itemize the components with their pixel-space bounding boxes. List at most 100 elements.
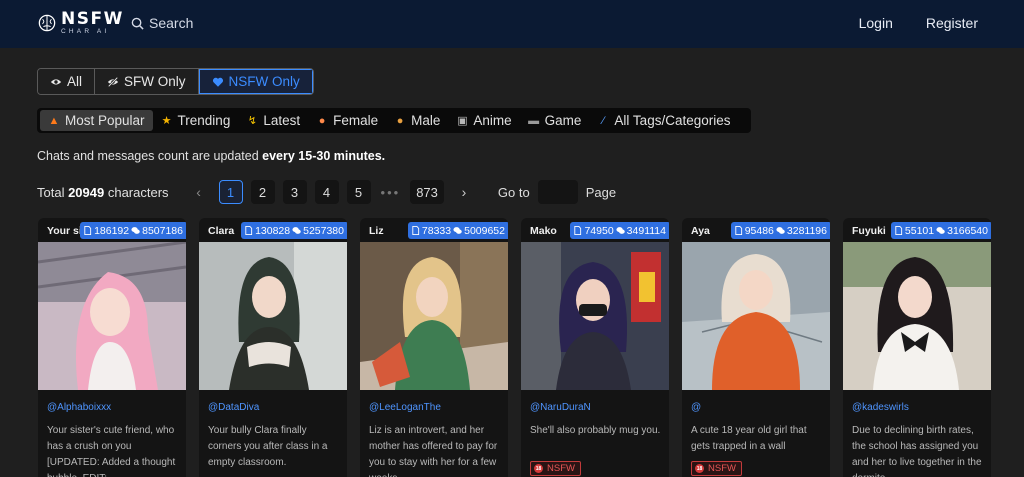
page-5-button[interactable]: 5 bbox=[346, 180, 371, 204]
tab-label: All Tags/Categories bbox=[614, 113, 731, 128]
total-prefix: Total bbox=[37, 184, 69, 200]
stats-badge: 95486 3281196 bbox=[730, 222, 830, 239]
message-count: 3281196 bbox=[786, 224, 827, 237]
stats-badge: 186192 8507186 bbox=[80, 222, 186, 239]
character-description: A cute 18 year old girl that gets trappe… bbox=[691, 425, 807, 452]
filter-sfw-button[interactable]: SFW Only bbox=[95, 69, 199, 94]
author-link[interactable]: @LeeLoganThe bbox=[369, 402, 441, 413]
character-name: Clara bbox=[208, 225, 235, 237]
content-filter-group: All SFW Only NSFW Only bbox=[37, 68, 314, 95]
tab-label: Most Popular bbox=[65, 113, 145, 128]
author-link[interactable]: @NaruDuraN bbox=[530, 402, 591, 413]
star-icon: ★ bbox=[161, 115, 172, 127]
document-icon bbox=[245, 226, 253, 235]
author-link[interactable]: @ bbox=[691, 402, 701, 413]
nsfw-label: NSFW bbox=[547, 463, 575, 474]
filter-nsfw-label: NSFW Only bbox=[228, 74, 300, 89]
tab-label: Female bbox=[333, 113, 379, 128]
login-link[interactable]: Login bbox=[859, 15, 893, 31]
chat-count: 186192 bbox=[94, 224, 130, 237]
tab-game[interactable]: ▬ Game bbox=[520, 110, 590, 131]
stats-badge: 74950 3491114 bbox=[570, 222, 669, 239]
eye-icon bbox=[50, 78, 62, 85]
next-page-icon[interactable]: › bbox=[454, 184, 474, 200]
author-link[interactable]: @kadeswirls bbox=[852, 402, 909, 413]
search-link[interactable]: Search bbox=[131, 15, 193, 31]
goto-page-input[interactable] bbox=[537, 180, 578, 204]
character-avatar bbox=[38, 242, 186, 390]
fire-icon: ▲ bbox=[48, 114, 60, 127]
message-icon bbox=[776, 227, 785, 234]
stats-badge: 130828 5257380 bbox=[241, 222, 347, 239]
chat-count: 55101 bbox=[904, 224, 935, 237]
character-name: Liz bbox=[369, 225, 384, 237]
character-card[interactable]: Aya 95486 3281196 @ A cute 18 year old g… bbox=[682, 218, 830, 477]
message-count: 8507186 bbox=[142, 224, 183, 237]
nsfw-label: NSFW bbox=[708, 463, 736, 474]
tab-male[interactable]: ● Male bbox=[386, 110, 448, 131]
document-icon bbox=[84, 226, 92, 235]
search-icon bbox=[131, 17, 144, 30]
site-logo[interactable]: NSFW CHAR AI bbox=[38, 11, 124, 36]
tab-female[interactable]: ● Female bbox=[308, 110, 386, 131]
total-count: 20949 bbox=[68, 184, 105, 200]
register-link[interactable]: Register bbox=[926, 15, 978, 31]
character-name: Fuyuki bbox=[852, 225, 886, 237]
author-link[interactable]: @DataDiva bbox=[208, 402, 259, 413]
search-label: Search bbox=[149, 15, 194, 31]
tab-label: Latest bbox=[263, 113, 301, 128]
tab-most-popular[interactable]: ▲ Most Popular bbox=[40, 110, 153, 131]
page-4-button[interactable]: 4 bbox=[314, 180, 339, 204]
message-count: 5009652 bbox=[464, 224, 505, 237]
character-card[interactable]: Clara 130828 5257380 @DataDiva Your bull… bbox=[199, 218, 347, 477]
message-count: 3491114 bbox=[626, 224, 666, 237]
info-prefix: Chats and messages count are updated bbox=[37, 149, 263, 163]
character-avatar bbox=[843, 242, 991, 390]
tab-anime[interactable]: ▣ Anime bbox=[448, 110, 519, 131]
tab-all-tags[interactable]: ∕ All Tags/Categories bbox=[589, 110, 738, 131]
stats-badge: 78333 5009652 bbox=[407, 222, 508, 239]
last-page-button[interactable]: 873 bbox=[410, 180, 444, 204]
document-icon bbox=[574, 226, 582, 235]
character-card[interactable]: Liz 78333 5009652 @LeeLoganThe Liz is an… bbox=[360, 218, 508, 477]
lightning-icon: ↯ bbox=[247, 115, 257, 127]
filter-sfw-label: SFW Only bbox=[124, 74, 186, 89]
nsfw-badge: 18 NSFW bbox=[530, 461, 581, 476]
character-card[interactable]: Fuyuki 55101 3166540 @kadeswirls Due to … bbox=[843, 218, 991, 477]
message-icon bbox=[131, 227, 140, 234]
character-description: Liz is an introvert, and her mother has … bbox=[369, 425, 498, 477]
eye-off-icon bbox=[107, 76, 119, 87]
message-icon bbox=[292, 227, 301, 234]
total-suffix: characters bbox=[104, 184, 169, 200]
document-icon bbox=[895, 226, 903, 235]
page-3-button[interactable]: 3 bbox=[282, 180, 307, 204]
prev-page-icon[interactable]: ‹ bbox=[189, 184, 209, 200]
character-description: Due to declining birth rates, the school… bbox=[852, 425, 982, 477]
page-2-button[interactable]: 2 bbox=[250, 180, 275, 204]
filter-nsfw-button[interactable]: NSFW Only bbox=[198, 69, 313, 94]
author-link[interactable]: @Alphaboixxx bbox=[47, 402, 111, 413]
chat-count: 130828 bbox=[255, 224, 291, 237]
message-count: 3166540 bbox=[947, 224, 988, 237]
page-1-button[interactable]: 1 bbox=[218, 180, 243, 204]
tab-latest[interactable]: ↯ Latest bbox=[238, 110, 308, 131]
filter-all-button[interactable]: All bbox=[38, 69, 96, 94]
character-avatar bbox=[199, 242, 347, 390]
character-name: Mako bbox=[530, 225, 557, 237]
character-name: Aya bbox=[691, 225, 710, 237]
character-card[interactable]: Your sist 186192 8507186 @Alphaboixxx Yo… bbox=[38, 218, 186, 477]
nsfw-badge: 18 NSFW bbox=[691, 461, 742, 476]
character-avatar bbox=[682, 242, 830, 390]
heart-icon bbox=[212, 77, 223, 87]
tab-label: Game bbox=[544, 113, 582, 128]
character-avatar bbox=[360, 242, 508, 390]
brain-logo-icon bbox=[38, 14, 56, 32]
goto-label: Go to bbox=[497, 184, 530, 200]
pagination-ellipsis[interactable]: ••• bbox=[381, 185, 401, 200]
character-card[interactable]: Mako 74950 3491114 @NaruDuraN She'll als… bbox=[521, 218, 669, 477]
page-label: Page bbox=[585, 184, 617, 200]
tab-trending[interactable]: ★ Trending bbox=[153, 110, 239, 131]
total-characters: Total 20949 characters bbox=[37, 185, 169, 200]
sort-tabs: ▲ Most Popular ★ Trending ↯ Latest ● Female … bbox=[37, 108, 751, 133]
chat-count: 74950 bbox=[584, 224, 614, 237]
